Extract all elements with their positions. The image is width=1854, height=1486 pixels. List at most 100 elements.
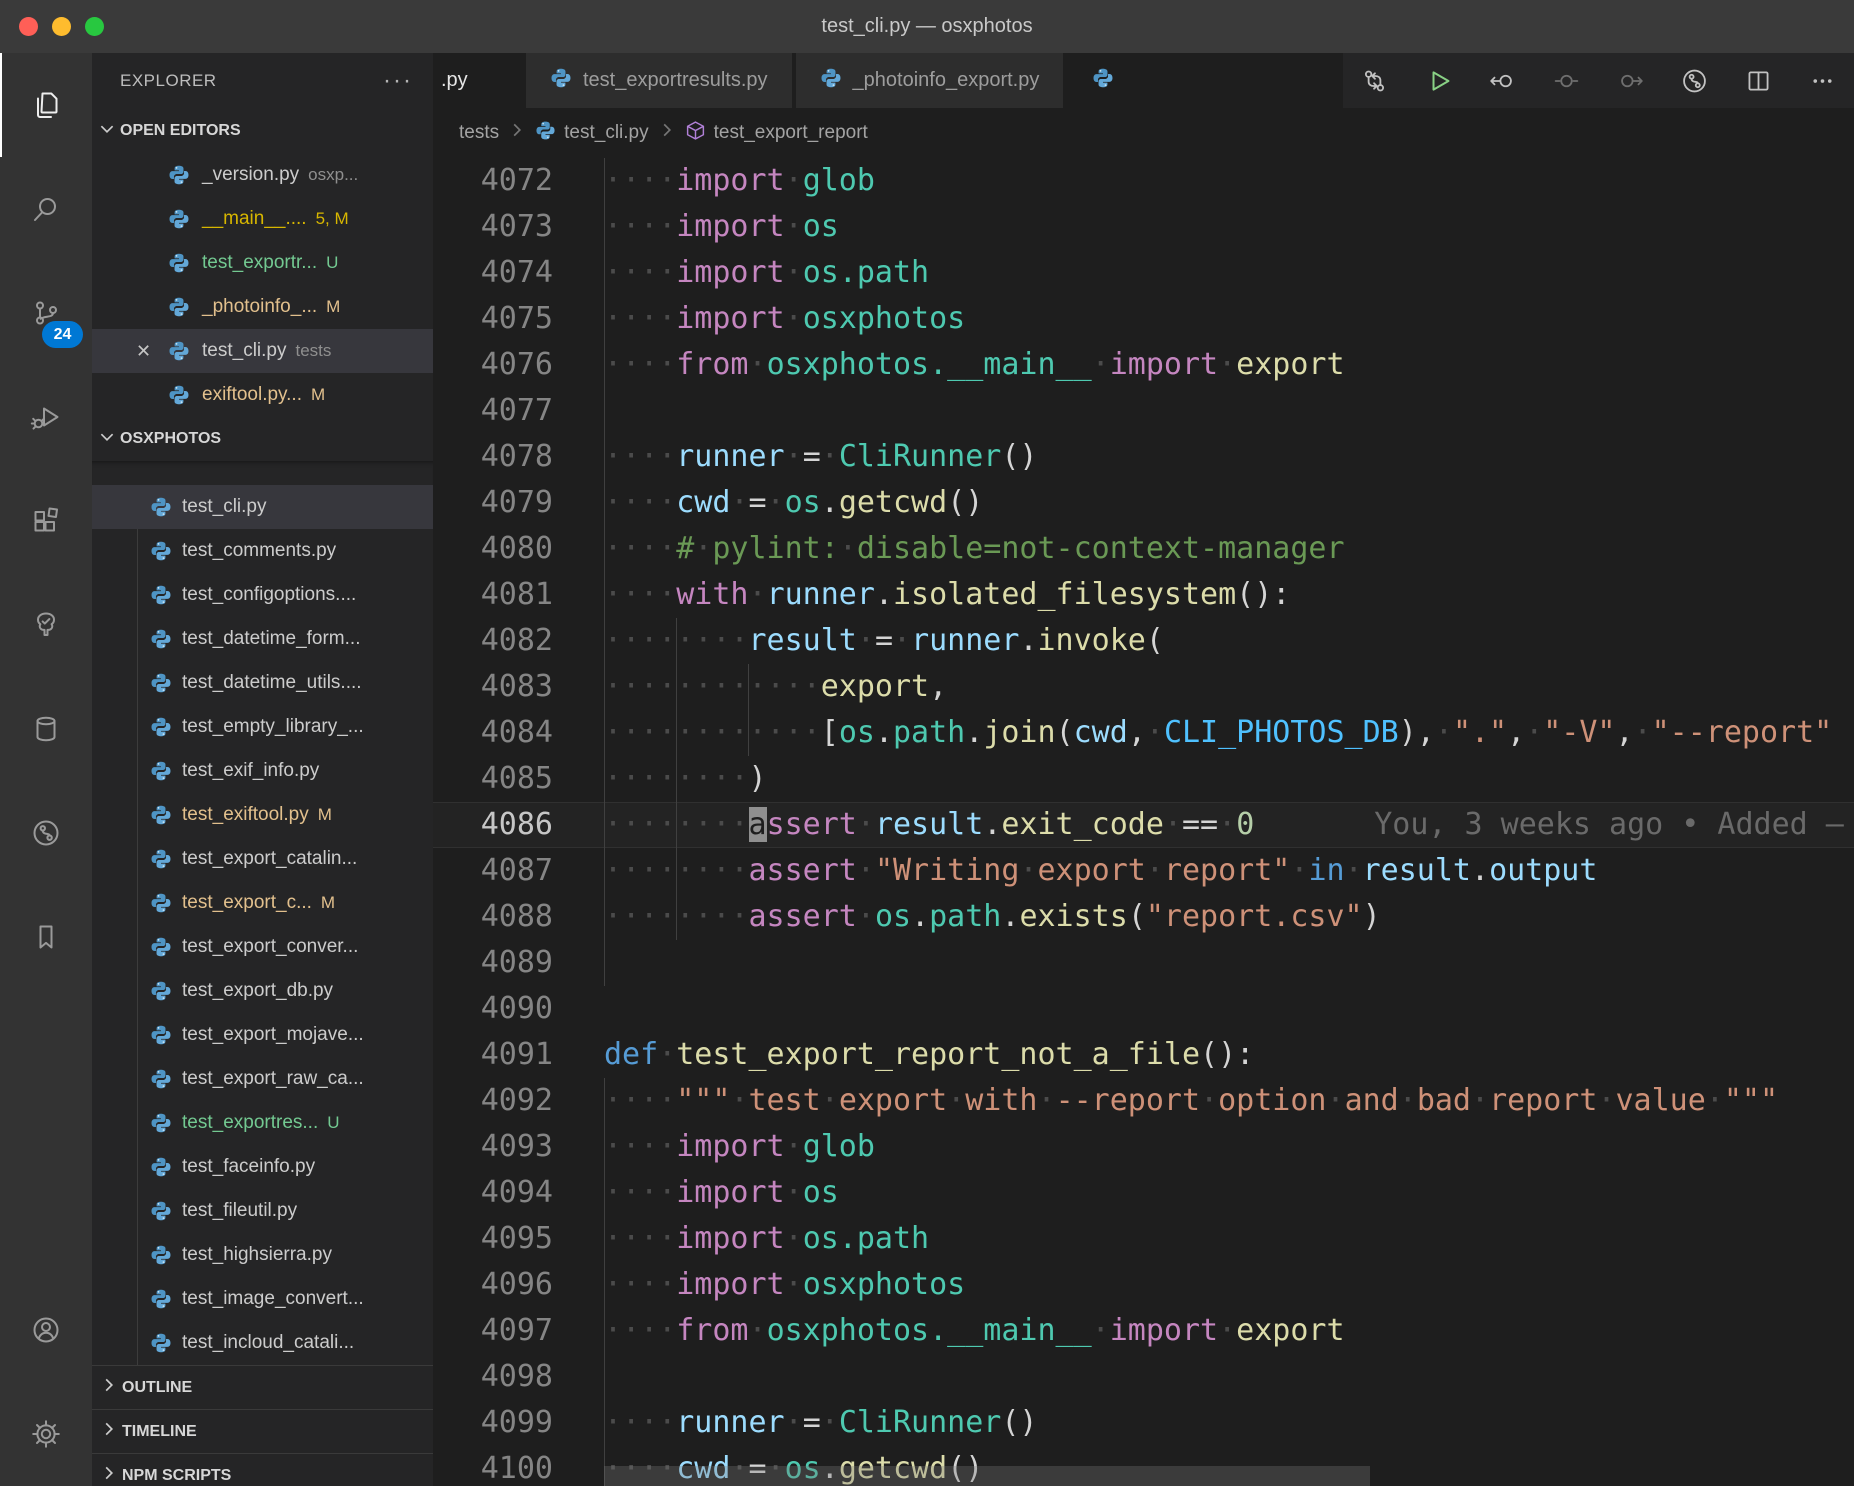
open-editor-item[interactable]: ✕test_cli.pytests: [92, 329, 433, 373]
tree-item-test-export-mojave-[interactable]: test_export_mojave...: [92, 1013, 433, 1057]
code-line-4080[interactable]: 4080····#·pylint:·disable=not-context-ma…: [433, 526, 1854, 572]
code-line-4077[interactable]: 4077: [433, 388, 1854, 434]
section-outline[interactable]: OUTLINE: [92, 1365, 433, 1409]
code-line-4095[interactable]: 4095····import·os.path: [433, 1216, 1854, 1262]
activity-bookmark-icon[interactable]: [0, 885, 92, 989]
indent-guide: [748, 710, 749, 756]
code-line-4086[interactable]: 4086········assert·result.exit_code·==·0…: [433, 802, 1854, 848]
tree-item-test-configoptions-[interactable]: test_configoptions....: [92, 573, 433, 617]
breadcrumb-tests[interactable]: tests: [459, 122, 499, 144]
code-line-4090[interactable]: 4090: [433, 986, 1854, 1032]
tree-item-test-comments-py[interactable]: test_comments.py: [92, 529, 433, 573]
code-line-4094[interactable]: 4094····import·os: [433, 1170, 1854, 1216]
open-editor-item[interactable]: __main__....5, M: [92, 197, 433, 241]
step-dot-icon[interactable]: [1552, 66, 1581, 95]
code-line-4083[interactable]: 4083············export,: [433, 664, 1854, 710]
code-line-4099[interactable]: 4099····runner·=·CliRunner(): [433, 1400, 1854, 1446]
code-line-4072[interactable]: 4072····import·glob: [433, 158, 1854, 204]
tree-item-test-exiftool-py[interactable]: test_exiftool.pyM: [92, 793, 433, 837]
tree-item-test-export-raw-ca-[interactable]: test_export_raw_ca...: [92, 1057, 433, 1101]
scroll-shadow: [92, 461, 433, 485]
step-back-icon[interactable]: [1488, 66, 1517, 95]
close-icon[interactable]: ✕: [136, 341, 168, 362]
python-file-icon: [820, 67, 842, 95]
tree-item-test-export-c-[interactable]: test_export_c...M: [92, 881, 433, 925]
activity-account-icon[interactable]: [0, 1278, 92, 1382]
sidebar-title-row: EXPLORER ···: [92, 53, 433, 109]
open-editor-item[interactable]: _version.pyosxp...: [92, 153, 433, 197]
minimize-button[interactable]: [52, 17, 71, 36]
activity-source-control-icon[interactable]: 24: [0, 261, 92, 365]
code-line-4093[interactable]: 4093····import·glob: [433, 1124, 1854, 1170]
code-line-4081[interactable]: 4081····with·runner.isolated_filesystem(…: [433, 572, 1854, 618]
open-editor-item[interactable]: _photoinfo_...M: [92, 285, 433, 329]
more-actions-icon[interactable]: ···: [383, 67, 413, 95]
activity-search-icon[interactable]: [0, 157, 92, 261]
code-line-4085[interactable]: 4085········): [433, 756, 1854, 802]
code-line-4089[interactable]: 4089: [433, 940, 1854, 986]
code-line-4084[interactable]: 4084············[os.path.join(cwd,·CLI_P…: [433, 710, 1854, 756]
line-content: [604, 940, 1854, 986]
tree-item-test-exportres-[interactable]: test_exportres...U: [92, 1101, 433, 1145]
tree-item-test-export-catalin-[interactable]: test_export_catalin...: [92, 837, 433, 881]
tab-test_exportresults.py[interactable]: test_exportresults.py: [526, 53, 796, 108]
tab-_photoinfo_export.py[interactable]: _photoinfo_export.py: [796, 53, 1068, 108]
code-line-4078[interactable]: 4078····runner·=·CliRunner(): [433, 434, 1854, 480]
git-compare-icon[interactable]: [1360, 66, 1389, 95]
run-icon[interactable]: [1424, 66, 1453, 95]
tree-item-test-image-convert-[interactable]: test_image_convert...: [92, 1277, 433, 1321]
tree-item-test-cli-py[interactable]: test_cli.py: [92, 485, 433, 529]
section-timeline[interactable]: TIMELINE: [92, 1409, 433, 1453]
breadcrumb-test_export_report[interactable]: test_export_report: [685, 120, 868, 147]
code-line-4075[interactable]: 4075····import·osxphotos: [433, 296, 1854, 342]
tree-item-test-empty-library-[interactable]: test_empty_library_...: [92, 705, 433, 749]
code-line-4074[interactable]: 4074····import·os.path: [433, 250, 1854, 296]
code-line-4079[interactable]: 4079····cwd·=·os.getcwd(): [433, 480, 1854, 526]
line-number: 4099: [433, 1400, 553, 1446]
activity-run-debug-icon[interactable]: [0, 365, 92, 469]
code-line-4097[interactable]: 4097····from·osxphotos.__main__·import·e…: [433, 1308, 1854, 1354]
zoom-button[interactable]: [85, 17, 104, 36]
tree-item-test-export-db-py[interactable]: test_export_db.py: [92, 969, 433, 1013]
horizontal-scrollbar[interactable]: [604, 1466, 1370, 1486]
code-line-4092[interactable]: 4092····"""·test·export·with·--report·op…: [433, 1078, 1854, 1124]
close-button[interactable]: [19, 17, 38, 36]
section-open-editors[interactable]: OPEN EDITORS: [92, 109, 433, 153]
breadcrumb: tests test_cli.py test_export_report: [433, 108, 1854, 158]
tree-item-test-faceinfo-py[interactable]: test_faceinfo.py: [92, 1145, 433, 1189]
split-editor-icon[interactable]: [1744, 66, 1773, 95]
activity-todo-tree-icon[interactable]: [0, 573, 92, 677]
open-editor-item[interactable]: exiftool.py...M: [92, 373, 433, 417]
code-line-4091[interactable]: 4091def·test_export_report_not_a_file():: [433, 1032, 1854, 1078]
activity-files-icon[interactable]: [0, 53, 92, 157]
code-line-4082[interactable]: 4082········result·=·runner.invoke(: [433, 618, 1854, 664]
breadcrumb-test_cli.py[interactable]: test_cli.py: [535, 120, 648, 147]
activity-extensions-icon[interactable]: [0, 469, 92, 573]
gitlens-circle-icon[interactable]: [1680, 66, 1709, 95]
section-npm-scripts[interactable]: NPM SCRIPTS: [92, 1453, 433, 1486]
code-line-4076[interactable]: 4076····from·osxphotos.__main__·import·e…: [433, 342, 1854, 388]
more-icon[interactable]: [1808, 66, 1837, 95]
code-line-4096[interactable]: 4096····import·osxphotos: [433, 1262, 1854, 1308]
tab-python-icon[interactable]: [1079, 53, 1127, 108]
code-editor[interactable]: 4072····import·glob4073····import·os4074…: [433, 158, 1854, 1486]
activity-database-icon[interactable]: [0, 677, 92, 781]
section-osxphotos[interactable]: OSXPHOTOS: [92, 417, 433, 461]
tree-item-test-highsierra-py[interactable]: test_highsierra.py: [92, 1233, 433, 1277]
tree-item-test-fileutil-py[interactable]: test_fileutil.py: [92, 1189, 433, 1233]
file-label: test_export_c...: [182, 892, 312, 914]
tree-item-test-exif-info-py[interactable]: test_exif_info.py: [92, 749, 433, 793]
activity-gitlens-icon[interactable]: [0, 781, 92, 885]
tree-item-test-incloud-catali-[interactable]: test_incloud_catali...: [92, 1321, 433, 1365]
tree-item-test-export-conver-[interactable]: test_export_conver...: [92, 925, 433, 969]
activity-settings-gear-icon[interactable]: [0, 1382, 92, 1486]
code-line-4087[interactable]: 4087········assert·"Writing·export·repor…: [433, 848, 1854, 894]
code-line-4088[interactable]: 4088········assert·os.path.exists("repor…: [433, 894, 1854, 940]
tree-item-test-datetime-form-[interactable]: test_datetime_form...: [92, 617, 433, 661]
open-editor-item[interactable]: test_exportr...U: [92, 241, 433, 285]
tab-.py[interactable]: .py: [433, 53, 526, 108]
step-over-icon[interactable]: [1616, 66, 1645, 95]
code-line-4098[interactable]: 4098: [433, 1354, 1854, 1400]
code-line-4073[interactable]: 4073····import·os: [433, 204, 1854, 250]
tree-item-test-datetime-utils-[interactable]: test_datetime_utils....: [92, 661, 433, 705]
